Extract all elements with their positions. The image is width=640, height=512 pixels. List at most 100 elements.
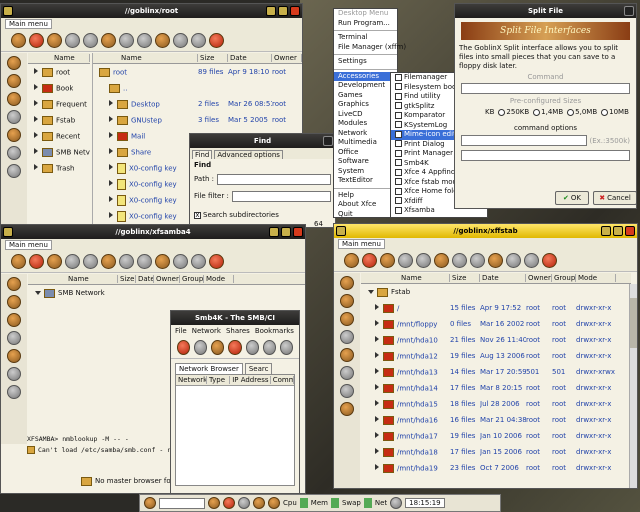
sidebar-bookmark-icon[interactable] — [7, 74, 21, 88]
samba-stop-icon[interactable] — [209, 254, 224, 269]
find-icon[interactable] — [155, 33, 170, 48]
fstab-close-icon[interactable] — [625, 226, 635, 236]
fstab-copy-icon[interactable] — [452, 253, 467, 268]
owner-header[interactable]: Owner — [272, 54, 302, 62]
desktop-menu-item[interactable]: Run Program... — [334, 19, 397, 29]
fstab-bookmark-icon[interactable] — [362, 253, 377, 268]
tree-item-book[interactable]: Book — [28, 80, 90, 96]
samba-copy-icon[interactable] — [119, 254, 134, 269]
workspace-icon[interactable] — [390, 497, 403, 509]
hidden-icon[interactable] — [191, 33, 206, 48]
find-close-icon[interactable] — [323, 136, 333, 146]
table-row[interactable]: Desktop 2 files Mar 26 08:51 root — [93, 96, 302, 112]
desktop-menu-item[interactable]: File Manager (xffm) — [334, 43, 406, 53]
desktop-menu-item[interactable]: Office — [334, 148, 397, 158]
size-radio[interactable]: KB — [485, 108, 494, 116]
table-row[interactable]: /15 files Apr 9 17:52 root root drwxr-xr-x — [361, 300, 631, 316]
taskbar-terminal-icon[interactable] — [223, 497, 235, 509]
smb4k-menu-item[interactable]: Shares — [226, 327, 250, 335]
sidebar-fstab-icon[interactable] — [7, 110, 21, 124]
size-radio[interactable]: 5,0MB — [567, 108, 597, 116]
name-header[interactable]: Name — [93, 54, 198, 62]
table-row[interactable]: /mnt/hda10 21 files Nov 26 11:40 root root dr… — [361, 332, 631, 348]
tab-advanced[interactable]: Advanced options — [214, 150, 283, 159]
samba-hidden-icon[interactable] — [191, 254, 206, 269]
smb4k-unmount-icon[interactable] — [228, 340, 242, 355]
desktop-menu-item[interactable]: Terminal — [334, 33, 397, 43]
sidebar-home-icon[interactable] — [7, 56, 21, 70]
samba-maximize-icon[interactable] — [281, 227, 291, 237]
desktop-menu-item[interactable]: TextEditor — [334, 176, 397, 186]
sidebar-trash-icon[interactable] — [7, 164, 21, 178]
maximize-icon[interactable] — [278, 6, 288, 16]
tab-search[interactable]: Searc — [244, 363, 273, 374]
tab-network-browser[interactable]: Network Browser — [175, 363, 243, 374]
desktop-menu-item[interactable]: Multimedia — [334, 138, 397, 148]
tree-item-smb[interactable]: SMB Netv — [28, 144, 90, 160]
table-row[interactable]: /mnt/hda13 14 files Mar 17 20:59 501 501 drwx… — [361, 364, 631, 380]
samba-up-icon[interactable] — [47, 254, 62, 269]
fstab-mode-header[interactable]: Mode — [576, 274, 616, 282]
taskbar-settings-icon[interactable] — [268, 497, 280, 509]
smb-network-row[interactable]: SMB Network — [28, 285, 305, 301]
table-row[interactable]: /mnt/hda14 17 files Mar 8 20:15 root root drw… — [361, 380, 631, 396]
samba-paste-icon[interactable] — [137, 254, 152, 269]
window-menu-icon[interactable] — [3, 6, 13, 16]
stop-icon[interactable] — [209, 33, 224, 48]
fstab-up-icon[interactable] — [380, 253, 395, 268]
fstab-maximize-icon[interactable] — [613, 226, 623, 236]
smb4k-ip-header[interactable]: IP Address — [230, 376, 271, 384]
desktop-menu-item[interactable]: Graphics — [334, 100, 397, 110]
samba-bookmark-icon[interactable] — [29, 254, 44, 269]
view-icon[interactable] — [173, 33, 188, 48]
size-radio[interactable]: 250KB — [498, 108, 529, 116]
desktop-menu-item[interactable]: Games — [334, 91, 397, 101]
cancel-button[interactable]: ✖ Cancel — [593, 191, 636, 205]
size-radio[interactable]: 1,4MB — [533, 108, 563, 116]
subdir-checkbox[interactable]: x Search subdirectories — [194, 211, 331, 219]
samba-mode-header[interactable]: Mode — [204, 275, 234, 283]
fstab-find-icon[interactable] — [488, 253, 503, 268]
table-row[interactable]: /mnt/hda12 19 files Aug 13 2006 root root drw… — [361, 348, 631, 364]
samba-main-menu-button[interactable]: Main menu — [5, 240, 52, 250]
close-icon[interactable] — [290, 6, 300, 16]
samba-forward-icon[interactable] — [83, 254, 98, 269]
sidebar-frequent-icon[interactable] — [7, 92, 21, 106]
size-input[interactable] — [461, 135, 587, 146]
smb4k-titlebar[interactable]: Smb4K - The SMB/CI — [171, 311, 299, 325]
tree-item-frequent[interactable]: Frequent — [28, 96, 90, 112]
smb4k-abort-icon[interactable] — [194, 340, 208, 355]
smb4k-menu-item[interactable]: Network — [192, 327, 221, 335]
left-name-header[interactable]: Name — [28, 54, 90, 62]
reload-icon[interactable] — [101, 33, 116, 48]
fstab-scrollbar[interactable] — [629, 284, 637, 488]
sidebar-smb-icon[interactable] — [7, 146, 21, 160]
fstab-name-header[interactable]: Name — [361, 274, 450, 282]
samba-view-icon[interactable] — [173, 254, 188, 269]
tree-item-recent[interactable]: Recent — [28, 128, 90, 144]
fstab-back-icon[interactable] — [398, 253, 413, 268]
filter-input[interactable] — [231, 190, 331, 202]
samba-name-header[interactable]: Name — [28, 275, 118, 283]
table-row[interactable]: .. — [93, 80, 302, 96]
option-input[interactable] — [461, 150, 630, 161]
desktop-menu-item[interactable]: Modules — [334, 119, 397, 129]
table-row[interactable]: root 89 files Apr 9 18:10 root — [93, 64, 302, 80]
desktop-menu-item[interactable]: LiveCD — [334, 110, 397, 120]
fstab-view-icon[interactable] — [506, 253, 521, 268]
back-icon[interactable] — [65, 33, 80, 48]
samba-minimize-icon[interactable] — [269, 227, 279, 237]
table-row[interactable]: /mnt/hda17 19 files Jan 10 2006 root root drw… — [361, 428, 631, 444]
tab-find[interactable]: Find — [192, 150, 213, 159]
desktop-menu-item[interactable]: Accessories — [334, 71, 397, 81]
minimize-icon[interactable] — [266, 6, 276, 16]
desktop-menu-item[interactable]: Development — [334, 81, 397, 91]
smb4k-search-icon[interactable] — [245, 340, 259, 355]
home-icon[interactable] — [11, 33, 26, 48]
samba-owner-header[interactable]: Owner — [154, 275, 180, 283]
fstab-size-header[interactable]: Size — [450, 274, 480, 282]
fstab-date-header[interactable]: Date — [480, 274, 526, 282]
fstab-owner-header[interactable]: Owner — [526, 274, 552, 282]
smb4k-mount-icon[interactable] — [211, 340, 225, 355]
split-close-icon[interactable] — [624, 6, 634, 16]
